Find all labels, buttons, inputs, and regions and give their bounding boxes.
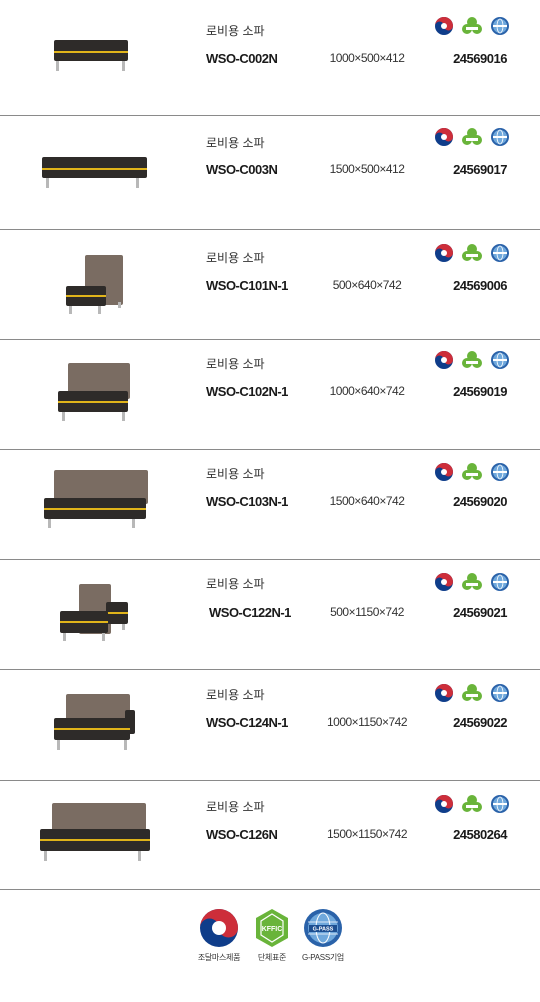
- gpass-globe-icon: [491, 463, 509, 481]
- taegeuk-mark-icon: [435, 17, 453, 35]
- cert-badges: [434, 243, 510, 263]
- product-category: 로비용 소파: [206, 357, 265, 371]
- gpass-globe-icon: G-PASS: [304, 909, 342, 947]
- product-model: WSO-C003N: [206, 162, 278, 177]
- product-size: 1000×640×742: [329, 384, 405, 398]
- product-model: WSO-C103N-1: [206, 494, 288, 509]
- taegeuk-mark-icon: [435, 684, 453, 702]
- product-image: [58, 363, 130, 421]
- legend-item-gpass: G-PASS G-PASS기업: [288, 908, 358, 963]
- product-model: WSO-C002N: [206, 51, 278, 66]
- cert-badges: [434, 572, 510, 592]
- taegeuk-mark-icon: [435, 128, 453, 146]
- product-image: [44, 470, 148, 528]
- gpass-globe-icon: [491, 244, 509, 262]
- taegeuk-mark-icon: [435, 463, 453, 481]
- product-code: 24569006: [453, 278, 507, 293]
- kffic-standard-icon: [462, 573, 482, 590]
- product-list: 로비용 소파 WSO-C002N 1000×500×412 24569016 로…: [0, 0, 540, 890]
- product-model: WSO-C122N-1: [209, 605, 291, 620]
- kffic-standard-icon: [462, 795, 482, 812]
- product-code: 24569016: [453, 51, 507, 66]
- product-model: WSO-C126N: [206, 827, 278, 842]
- product-code: 24569019: [453, 384, 507, 399]
- product-image: [54, 694, 135, 750]
- product-image: [54, 40, 128, 71]
- taegeuk-mark-icon: [435, 573, 453, 591]
- gpass-globe-icon: [491, 128, 509, 146]
- kffic-standard-icon: KFFIC: [256, 909, 288, 947]
- kffic-standard-icon: [462, 17, 482, 34]
- kffic-standard-icon: [462, 463, 482, 480]
- product-size: 500×1150×742: [330, 605, 404, 619]
- product-model: WSO-C102N-1: [206, 384, 288, 399]
- legend-caption: G-PASS기업: [302, 953, 344, 962]
- product-row: 로비용 소파 WSO-C126N 1500×1150×742 24580264: [0, 780, 540, 890]
- cert-badges: [434, 127, 510, 147]
- kffic-logo-text: KFFIC: [262, 926, 283, 933]
- product-image: [40, 803, 150, 861]
- kffic-standard-icon: [462, 128, 482, 145]
- kffic-standard-icon: [462, 351, 482, 368]
- product-category: 로비용 소파: [206, 251, 265, 265]
- product-code: 24569021: [453, 605, 507, 620]
- product-code: 24580264: [453, 827, 507, 842]
- product-size: 1000×500×412: [329, 51, 405, 65]
- product-row: 로비용 소파 WSO-C002N 1000×500×412 24569016: [0, 0, 540, 115]
- gpass-globe-icon: [491, 351, 509, 369]
- product-image: [60, 584, 128, 641]
- cert-badges: [434, 462, 510, 482]
- product-category: 로비용 소파: [206, 577, 265, 591]
- product-category: 로비용 소파: [206, 467, 265, 481]
- kffic-standard-icon: [462, 244, 482, 261]
- product-code: 24569022: [453, 715, 507, 730]
- certification-legend: 조달마스제품 KFFIC 단체표준 G-PASS G-PASS기업: [0, 889, 540, 1002]
- product-row: 로비용 소파 WSO-C124N-1 1000×1150×742 2456902…: [0, 669, 540, 780]
- product-category: 로비용 소파: [206, 800, 265, 814]
- product-size: 1500×1150×742: [326, 827, 408, 841]
- product-row: 로비용 소파 WSO-C102N-1 1000×640×742 24569019: [0, 339, 540, 449]
- product-category: 로비용 소파: [206, 688, 265, 702]
- product-size: 1000×1150×742: [326, 715, 408, 729]
- gpass-logo-text: G-PASS: [313, 927, 334, 933]
- kffic-standard-icon: [462, 684, 482, 701]
- gpass-globe-icon: [491, 795, 509, 813]
- cert-badges: [434, 794, 510, 814]
- product-model: WSO-C124N-1: [206, 715, 288, 730]
- product-row: 로비용 소파 WSO-C003N 1500×500×412 24569017: [0, 115, 540, 229]
- product-image: [66, 255, 123, 314]
- product-code: 24569020: [453, 494, 507, 509]
- gpass-globe-icon: [491, 684, 509, 702]
- product-model: WSO-C101N-1: [206, 278, 288, 293]
- cert-badges: [434, 16, 510, 36]
- gpass-globe-icon: [491, 17, 509, 35]
- product-row: 로비용 소파 WSO-C103N-1 1500×640×742 24569020: [0, 449, 540, 559]
- product-image: [42, 157, 147, 188]
- product-category: 로비용 소파: [206, 24, 265, 38]
- taegeuk-mark-icon: [435, 795, 453, 813]
- product-size: 1500×640×742: [329, 494, 405, 508]
- product-size: 1500×500×412: [329, 162, 405, 176]
- cert-badges: [434, 683, 510, 703]
- product-size: 500×640×742: [332, 278, 402, 292]
- product-row: 로비용 소파 WSO-C122N-1 500×1150×742 24569021: [0, 559, 540, 669]
- taegeuk-mark-icon: [435, 351, 453, 369]
- gpass-globe-icon: [491, 573, 509, 591]
- cert-badges: [434, 350, 510, 370]
- product-category: 로비용 소파: [206, 136, 265, 150]
- product-row: 로비용 소파 WSO-C101N-1 500×640×742 24569006: [0, 229, 540, 339]
- taegeuk-mark-icon: [435, 244, 453, 262]
- product-code: 24569017: [453, 162, 507, 177]
- taegeuk-mark-icon: [200, 909, 238, 947]
